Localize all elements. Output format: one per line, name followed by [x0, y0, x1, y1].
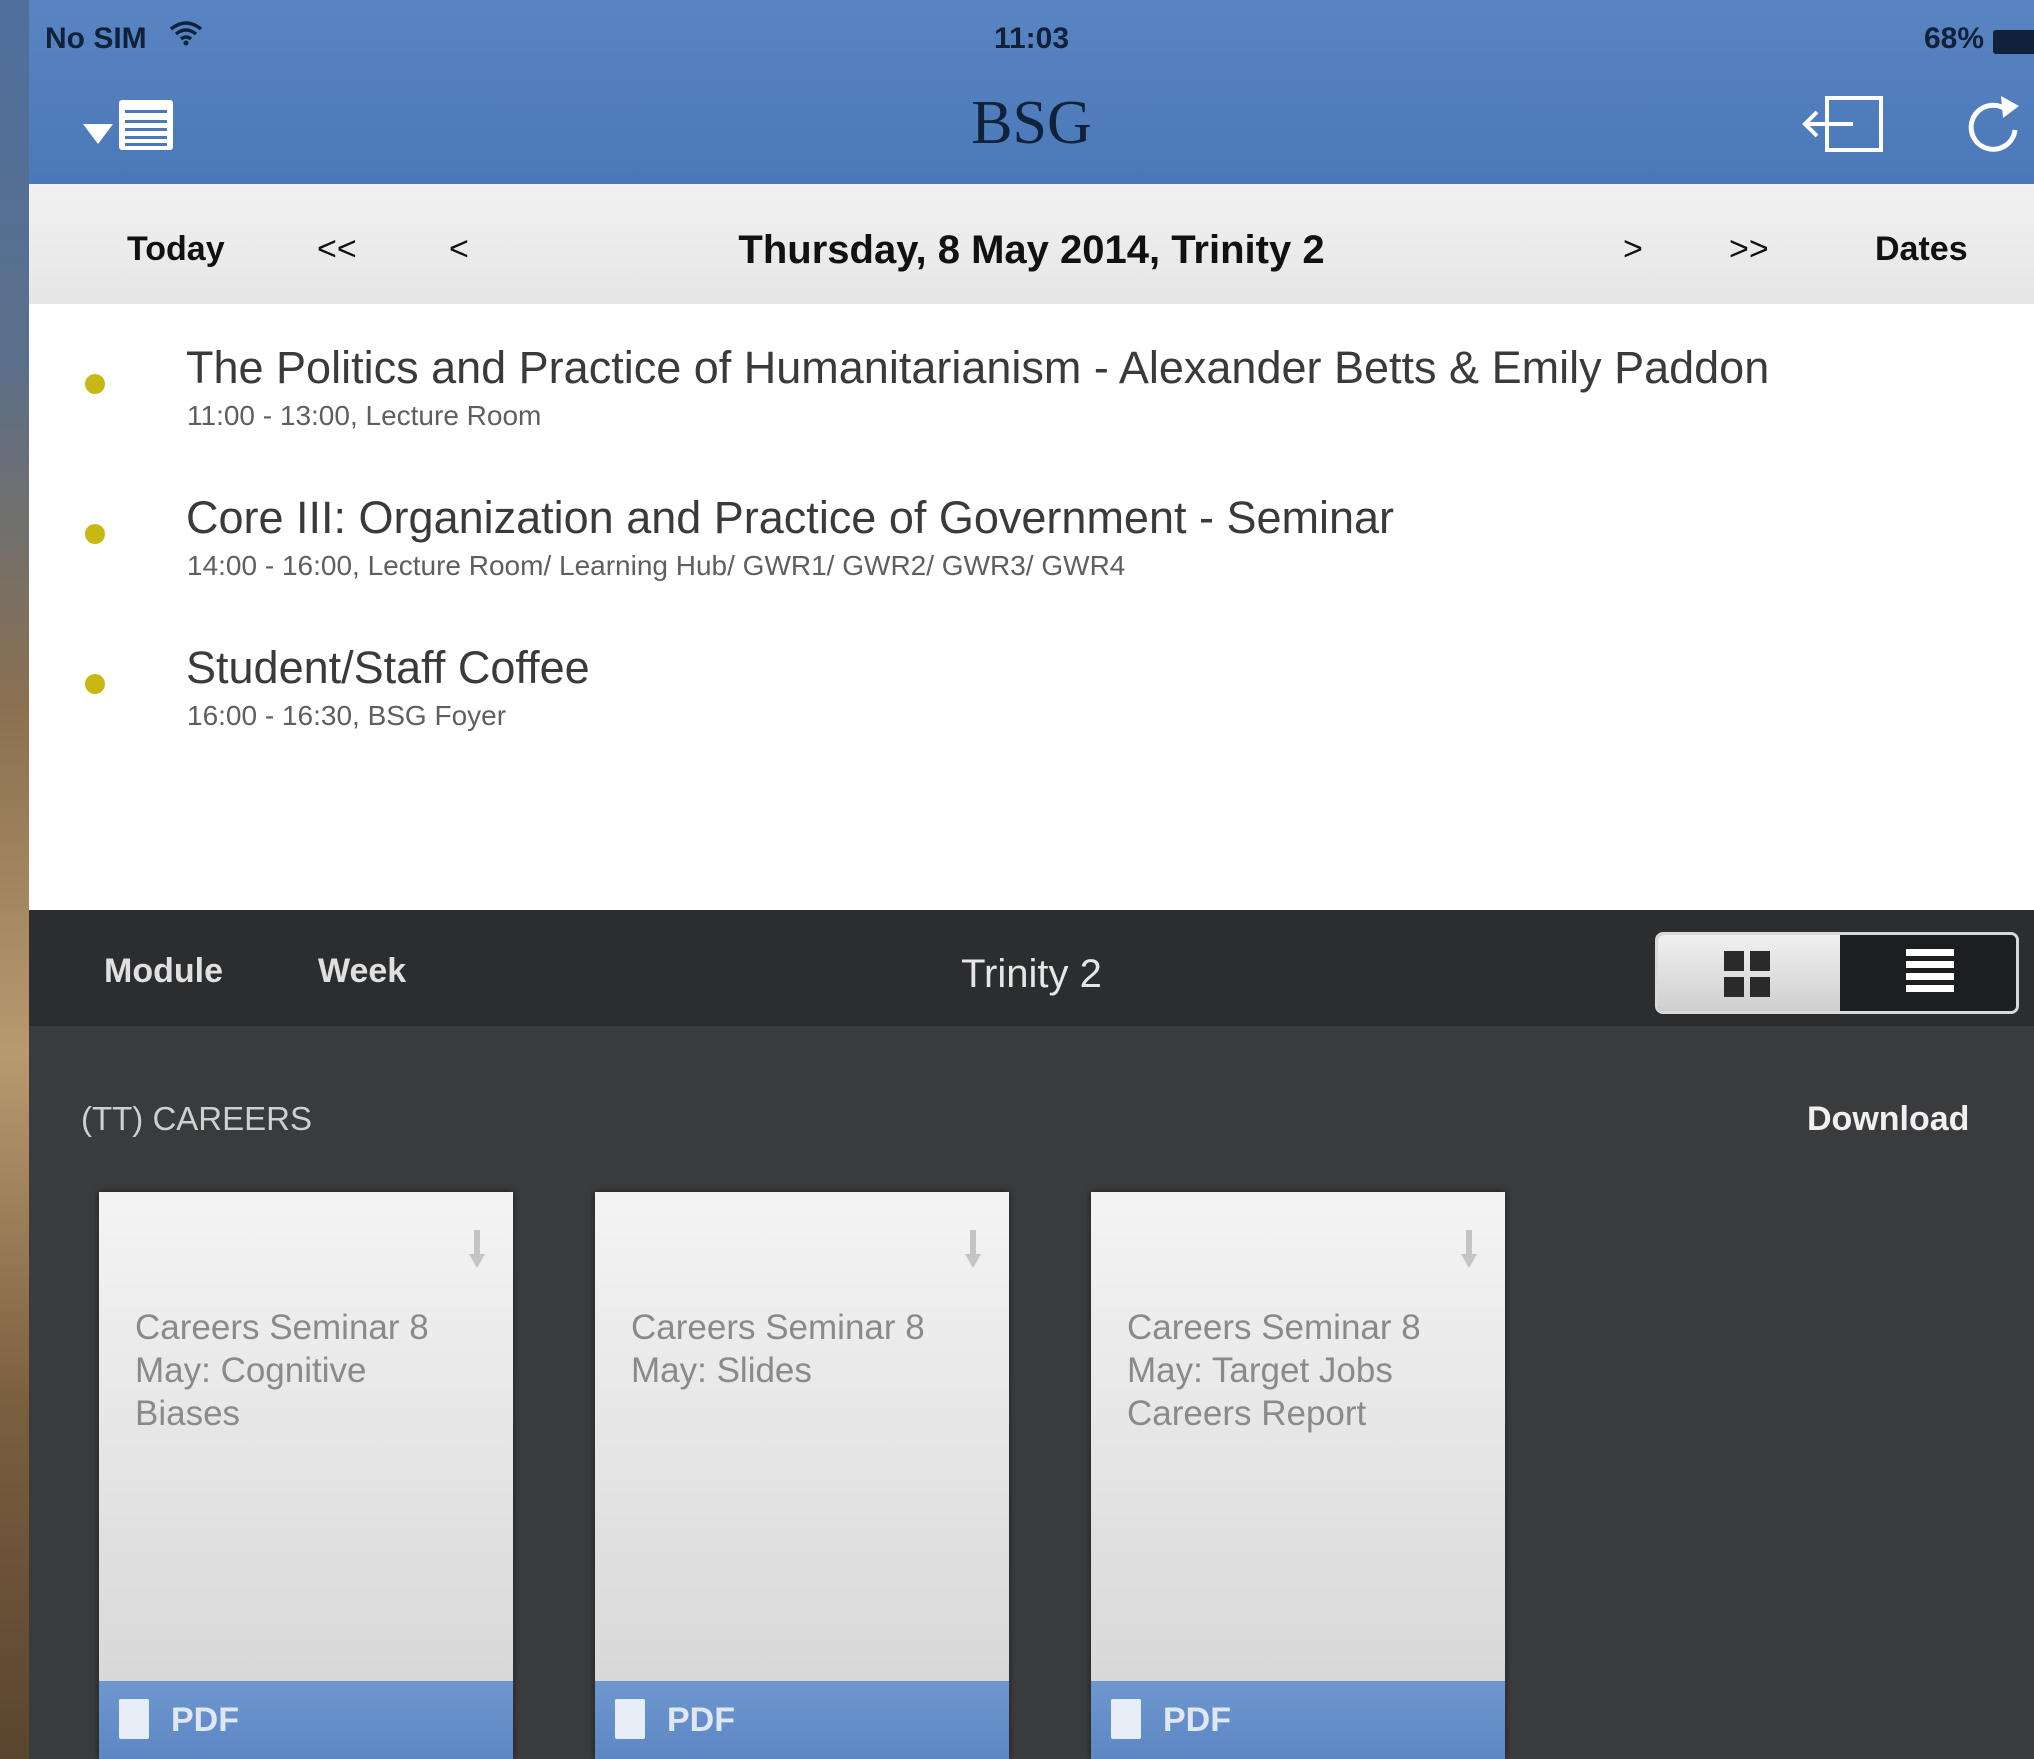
grid-icon [1724, 951, 1770, 997]
file-icon [615, 1699, 645, 1739]
document-footer: PDF [99, 1681, 513, 1759]
refresh-icon [1968, 96, 2019, 152]
event-dot-icon [85, 524, 105, 544]
download-arrow-icon [469, 1230, 485, 1268]
next-week-button[interactable]: >> [1729, 230, 1769, 269]
dates-button[interactable]: Dates [1875, 230, 1968, 269]
refresh-button[interactable] [1963, 92, 2023, 156]
event-title: Core III: Organization and Practice of G… [186, 492, 1395, 543]
view-mode-toggle [1655, 932, 2019, 1014]
list-view-button[interactable] [1840, 935, 2016, 1011]
document-card[interactable]: Careers Seminar 8 May: Target Jobs Caree… [1091, 1192, 1505, 1759]
file-type-label: PDF [1163, 1701, 1231, 1739]
event-title: Student/Staff Coffee [186, 642, 590, 693]
logout-button[interactable] [1801, 92, 1887, 156]
event-detail: 14:00 - 16:00, Lecture Room/ Learning Hu… [187, 550, 1126, 581]
date-navigation-bar: Today << < Thursday, 8 May 2014, Trinity… [29, 184, 2034, 304]
document-card[interactable]: Careers Seminar 8 May: Slides PDF [595, 1192, 1009, 1759]
event-item[interactable]: The Politics and Practice of Humanitaria… [29, 304, 2034, 444]
grid-view-button[interactable] [1658, 935, 1840, 1011]
documents-toolbar: Module Week Trinity 2 [29, 910, 2034, 1026]
events-list: The Politics and Practice of Humanitaria… [29, 304, 2034, 910]
app-title: BSG [971, 89, 1092, 157]
document-title: Careers Seminar 8 May: Target Jobs Caree… [1127, 1308, 1421, 1433]
background-wallpaper [0, 0, 29, 1759]
file-icon [119, 1699, 149, 1739]
event-dot-icon [85, 674, 105, 694]
download-arrow-icon [1461, 1230, 1477, 1268]
status-time: 11:03 [993, 22, 1070, 55]
document-card[interactable]: Careers Seminar 8 May: Cognitive Biases … [99, 1192, 513, 1759]
download-button[interactable]: Download [1807, 1100, 1969, 1139]
file-type-label: PDF [667, 1701, 735, 1739]
document-footer: PDF [595, 1681, 1009, 1759]
event-title: The Politics and Practice of Humanitaria… [186, 342, 1770, 393]
event-detail: 16:00 - 16:30, BSG Foyer [187, 700, 507, 731]
event-item[interactable]: Core III: Organization and Practice of G… [29, 454, 2034, 594]
next-day-button[interactable]: > [1623, 230, 1643, 269]
app-screen: No SIM 11:03 68% BSG Today << < Thursday… [29, 0, 2034, 1759]
battery-icon [1993, 30, 2034, 54]
document-title: Careers Seminar 8 May: Slides [631, 1308, 925, 1390]
event-item[interactable]: Student/Staff Coffee 16:00 - 16:30, BSG … [29, 604, 2034, 744]
section-label: (TT) CAREERS [81, 1100, 312, 1137]
download-arrow-icon [965, 1230, 981, 1268]
document-footer: PDF [1091, 1681, 1505, 1759]
file-icon [1111, 1699, 1141, 1739]
documents-panel: Module Week Trinity 2 (TT) CAREERS Downl… [29, 910, 2034, 1759]
logout-icon [1802, 96, 1883, 152]
event-detail: 11:00 - 13:00, Lecture Room [187, 400, 542, 431]
navigation-bar: No SIM 11:03 68% BSG [29, 0, 2034, 184]
event-dot-icon [85, 374, 105, 394]
list-icon [1906, 949, 1954, 992]
document-title: Careers Seminar 8 May: Cognitive Biases [135, 1308, 429, 1433]
file-type-label: PDF [171, 1701, 239, 1739]
battery-percentage: 68% [1923, 22, 1984, 55]
